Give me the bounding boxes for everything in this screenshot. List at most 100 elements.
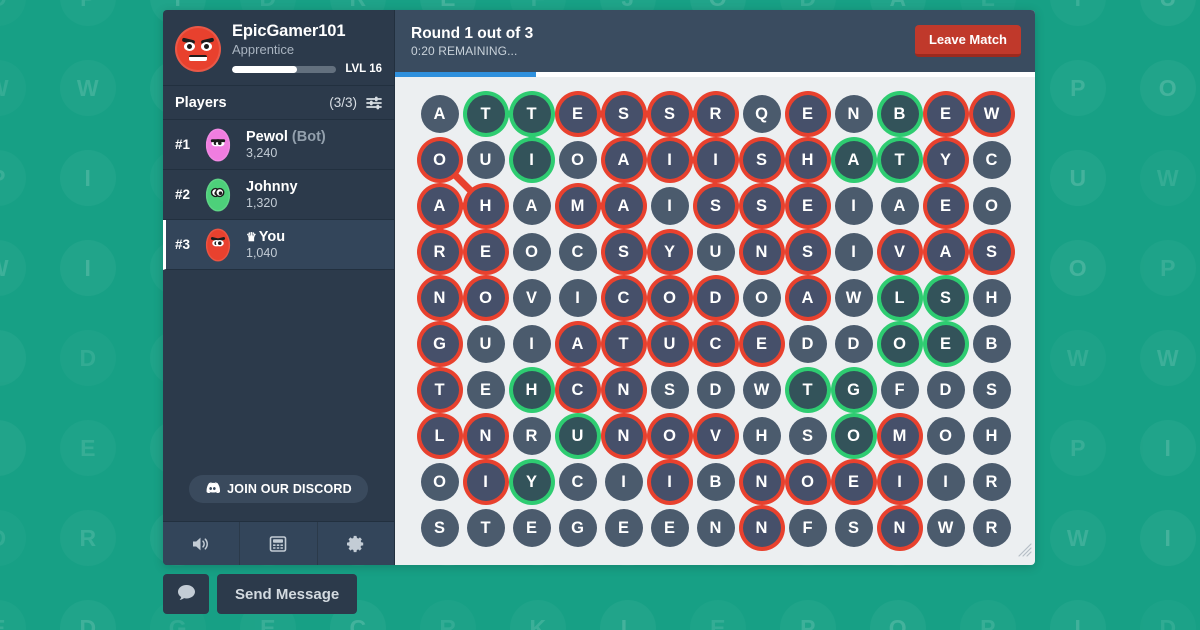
- letter-tile-r3-c7[interactable]: N: [742, 233, 781, 271]
- chat-toggle-button[interactable]: [163, 574, 209, 614]
- join-discord-button[interactable]: JOIN OUR DISCORD: [189, 475, 368, 503]
- letter-tile-r5-c7[interactable]: E: [742, 325, 781, 363]
- letter-tile-r4-c7[interactable]: O: [742, 279, 781, 317]
- letter-tile-r9-c8[interactable]: F: [788, 509, 827, 547]
- letter-tile-r9-c3[interactable]: G: [558, 509, 597, 547]
- letter-tile-r8-c8[interactable]: O: [788, 463, 827, 501]
- letter-tile-r0-c0[interactable]: A: [420, 95, 459, 133]
- letter-tile-r2-c1[interactable]: H: [466, 187, 505, 225]
- letter-tile-r8-c2[interactable]: Y: [512, 463, 551, 501]
- letter-tile-r9-c4[interactable]: E: [604, 509, 643, 547]
- letter-tile-r6-c8[interactable]: T: [788, 371, 827, 409]
- letter-tile-r9-c1[interactable]: T: [466, 509, 505, 547]
- letter-tile-r3-c5[interactable]: Y: [650, 233, 689, 271]
- letter-tile-r1-c11[interactable]: Y: [926, 141, 965, 179]
- letter-grid[interactable]: ATTESSRQENBEWOUIOAIISHATYCAHAMAISSEIAEOR…: [417, 91, 1014, 557]
- letter-tile-r7-c9[interactable]: O: [834, 417, 873, 455]
- letter-tile-r8-c11[interactable]: I: [926, 463, 965, 501]
- letter-tile-r2-c4[interactable]: A: [604, 187, 643, 225]
- letter-tile-r7-c10[interactable]: M: [880, 417, 919, 455]
- letter-tile-r0-c7[interactable]: Q: [742, 95, 781, 133]
- letter-tile-r1-c3[interactable]: O: [558, 141, 597, 179]
- letter-tile-r5-c0[interactable]: G: [420, 325, 459, 363]
- letter-tile-r2-c5[interactable]: I: [650, 187, 689, 225]
- letter-tile-r5-c4[interactable]: T: [604, 325, 643, 363]
- letter-tile-r5-c11[interactable]: E: [926, 325, 965, 363]
- letter-tile-r1-c0[interactable]: O: [420, 141, 459, 179]
- letter-tile-r6-c12[interactable]: S: [972, 371, 1011, 409]
- letter-tile-r6-c11[interactable]: D: [926, 371, 965, 409]
- letter-tile-r6-c6[interactable]: D: [696, 371, 735, 409]
- letter-tile-r1-c10[interactable]: T: [880, 141, 919, 179]
- resize-grip-icon[interactable]: [1018, 543, 1032, 562]
- letter-tile-r2-c7[interactable]: S: [742, 187, 781, 225]
- letter-tile-r9-c5[interactable]: E: [650, 509, 689, 547]
- letter-tile-r8-c0[interactable]: O: [420, 463, 459, 501]
- letter-tile-r4-c11[interactable]: S: [926, 279, 965, 317]
- letter-tile-r3-c12[interactable]: S: [972, 233, 1011, 271]
- letter-tile-r3-c6[interactable]: U: [696, 233, 735, 271]
- letter-tile-r6-c10[interactable]: F: [880, 371, 919, 409]
- letter-tile-r7-c8[interactable]: S: [788, 417, 827, 455]
- letter-tile-r9-c0[interactable]: S: [420, 509, 459, 547]
- letter-tile-r5-c1[interactable]: U: [466, 325, 505, 363]
- letter-tile-r7-c2[interactable]: R: [512, 417, 551, 455]
- letter-tile-r7-c0[interactable]: L: [420, 417, 459, 455]
- letter-tile-r5-c12[interactable]: B: [972, 325, 1011, 363]
- letter-tile-r4-c9[interactable]: W: [834, 279, 873, 317]
- letter-tile-r8-c12[interactable]: R: [972, 463, 1011, 501]
- letter-tile-r6-c3[interactable]: C: [558, 371, 597, 409]
- letter-tile-r3-c9[interactable]: I: [834, 233, 873, 271]
- letter-tile-r5-c3[interactable]: A: [558, 325, 597, 363]
- letter-tile-r6-c4[interactable]: N: [604, 371, 643, 409]
- player-row-3[interactable]: #3 ♛ You 1,040: [163, 220, 394, 270]
- letter-tile-r3-c8[interactable]: S: [788, 233, 827, 271]
- letter-tile-r2-c11[interactable]: E: [926, 187, 965, 225]
- player-row-2[interactable]: #2 Johnny 1,320: [163, 170, 394, 220]
- letter-tile-r5-c5[interactable]: U: [650, 325, 689, 363]
- letter-tile-r0-c10[interactable]: B: [880, 95, 919, 133]
- letter-tile-r9-c7[interactable]: N: [742, 509, 781, 547]
- letter-tile-r0-c3[interactable]: E: [558, 95, 597, 133]
- letter-tile-r3-c11[interactable]: A: [926, 233, 965, 271]
- letter-tile-r1-c2[interactable]: I: [512, 141, 551, 179]
- letter-tile-r4-c8[interactable]: A: [788, 279, 827, 317]
- letter-tile-r5-c10[interactable]: O: [880, 325, 919, 363]
- letter-tile-r3-c1[interactable]: E: [466, 233, 505, 271]
- letter-tile-r0-c11[interactable]: E: [926, 95, 965, 133]
- letter-tile-r1-c7[interactable]: S: [742, 141, 781, 179]
- letter-tile-r7-c11[interactable]: O: [926, 417, 965, 455]
- gear-icon[interactable]: [318, 522, 394, 565]
- letter-tile-r2-c3[interactable]: M: [558, 187, 597, 225]
- letter-tile-r0-c9[interactable]: N: [834, 95, 873, 133]
- letter-tile-r9-c10[interactable]: N: [880, 509, 919, 547]
- letter-tile-r7-c12[interactable]: H: [972, 417, 1011, 455]
- letter-tile-r6-c7[interactable]: W: [742, 371, 781, 409]
- letter-tile-r1-c12[interactable]: C: [972, 141, 1011, 179]
- letter-tile-r9-c12[interactable]: R: [972, 509, 1011, 547]
- letter-tile-r1-c8[interactable]: H: [788, 141, 827, 179]
- letter-tile-r0-c8[interactable]: E: [788, 95, 827, 133]
- letter-tile-r8-c4[interactable]: I: [604, 463, 643, 501]
- letter-tile-r8-c10[interactable]: I: [880, 463, 919, 501]
- letter-tile-r9-c9[interactable]: S: [834, 509, 873, 547]
- letter-tile-r6-c2[interactable]: H: [512, 371, 551, 409]
- letter-tile-r1-c5[interactable]: I: [650, 141, 689, 179]
- letter-tile-r2-c12[interactable]: O: [972, 187, 1011, 225]
- letter-tile-r4-c0[interactable]: N: [420, 279, 459, 317]
- letter-tile-r7-c5[interactable]: O: [650, 417, 689, 455]
- letter-tile-r4-c6[interactable]: D: [696, 279, 735, 317]
- letter-tile-r0-c1[interactable]: T: [466, 95, 505, 133]
- letter-tile-r4-c3[interactable]: I: [558, 279, 597, 317]
- letter-tile-r6-c1[interactable]: E: [466, 371, 505, 409]
- player-row-1[interactable]: #1 Pewol (Bot) 3,240: [163, 120, 394, 170]
- letter-tile-r8-c9[interactable]: E: [834, 463, 873, 501]
- letter-tile-r1-c6[interactable]: I: [696, 141, 735, 179]
- letter-tile-r2-c2[interactable]: A: [512, 187, 551, 225]
- letter-tile-r2-c9[interactable]: I: [834, 187, 873, 225]
- letter-tile-r1-c1[interactable]: U: [466, 141, 505, 179]
- letter-tile-r6-c9[interactable]: G: [834, 371, 873, 409]
- letter-tile-r2-c0[interactable]: A: [420, 187, 459, 225]
- letter-tile-r3-c10[interactable]: V: [880, 233, 919, 271]
- letter-tile-r4-c10[interactable]: L: [880, 279, 919, 317]
